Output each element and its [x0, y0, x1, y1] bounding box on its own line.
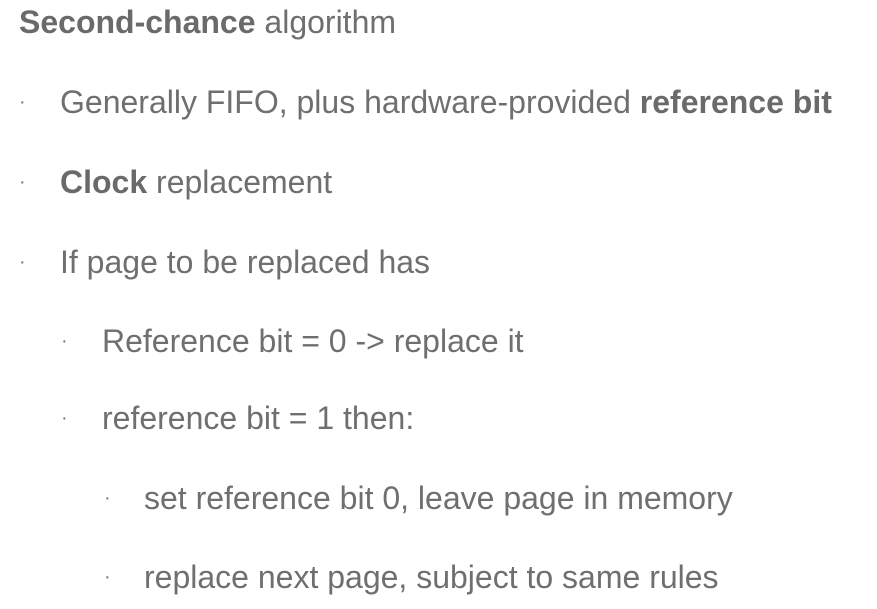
bullet-6: set reference bit 0, leave page in memor…	[144, 478, 733, 518]
bullet-5: reference bit = 1 then:	[102, 398, 414, 438]
bullet-2: Clock replacement	[60, 162, 332, 202]
bullet-7-text: replace next page, subject to same rules	[144, 559, 719, 595]
bullet-1-text: Generally FIFO, plus hardware-provided	[60, 84, 640, 120]
bullet-2-bold: Clock	[60, 164, 148, 200]
bullet-dot: ·	[61, 407, 68, 429]
bullet-dot: ·	[104, 566, 111, 588]
bullet-5-text: reference bit = 1 then:	[102, 400, 415, 436]
bullet-4-text: Reference bit = 0 -> replace it	[102, 323, 524, 359]
bullet-dot: ·	[61, 330, 68, 352]
bullet-4: Reference bit = 0 -> replace it	[102, 321, 524, 361]
bullet-dot: ·	[19, 171, 26, 193]
bullet-3: If page to be replaced has	[60, 242, 430, 282]
bullet-7: replace next page, subject to same rules	[144, 557, 719, 597]
slide-title: Second-chance algorithm	[19, 2, 396, 42]
bullet-dot: ·	[104, 487, 111, 509]
bullet-1-bold: reference bit	[639, 84, 832, 120]
bullet-3-text: If page to be replaced has	[60, 244, 431, 280]
slide: Second-chance algorithm · Generally FIFO…	[0, 0, 877, 609]
bullet-6-text: set reference bit 0, leave page in memor…	[144, 480, 733, 516]
title-bold: Second-chance	[19, 4, 256, 40]
bullet-2-text: replacement	[147, 164, 333, 200]
bullet-1: Generally FIFO, plus hardware-provided r…	[60, 82, 832, 122]
bullet-dot: ·	[19, 91, 26, 113]
bullet-dot: ·	[19, 251, 26, 273]
title-rest: algorithm	[255, 4, 397, 40]
